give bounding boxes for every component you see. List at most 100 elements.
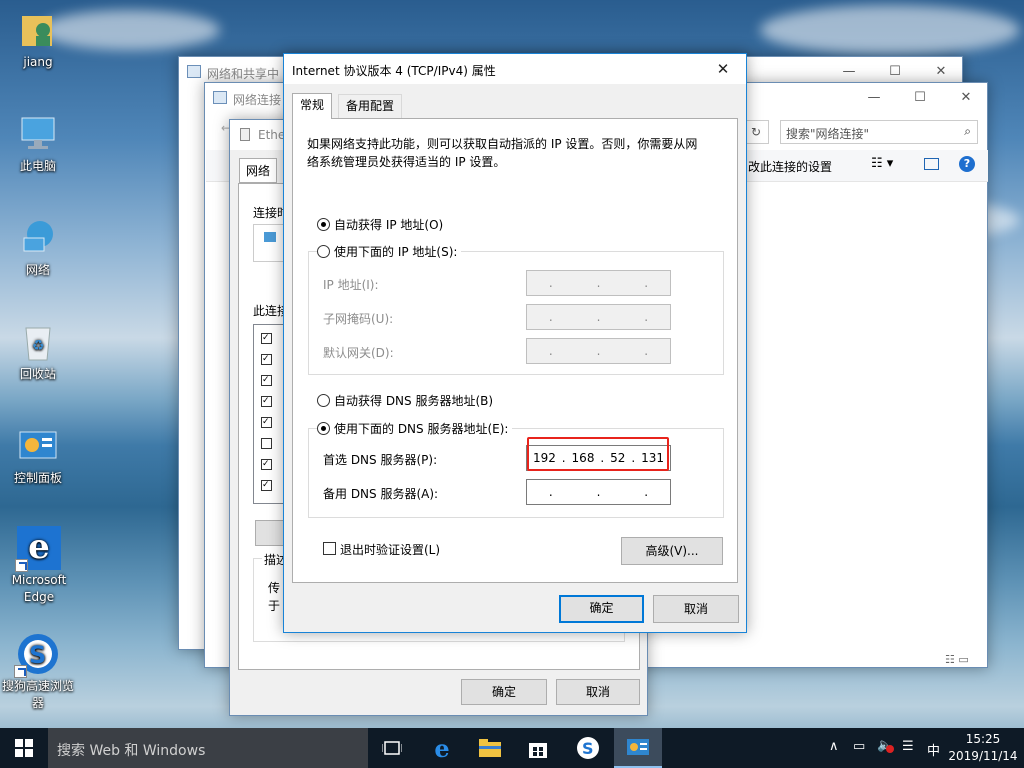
desktop-icon-user[interactable]: jiang bbox=[0, 8, 76, 71]
radio-ip-auto[interactable]: 自动获得 IP 地址(O) bbox=[317, 216, 443, 233]
svg-text:S: S bbox=[582, 739, 594, 758]
desktop-icon-sogou[interactable]: S 搜狗高速浏览器 bbox=[0, 632, 76, 712]
close-icon[interactable]: ✕ bbox=[943, 83, 989, 113]
close-icon[interactable]: ✕ bbox=[700, 54, 746, 84]
radio-unchecked-icon bbox=[317, 394, 330, 407]
file-explorer-icon[interactable] bbox=[466, 728, 514, 768]
subnet-mask-field: ... bbox=[526, 304, 671, 330]
item-checkbox[interactable]: ✓ bbox=[261, 417, 272, 428]
tab-alternate-config[interactable]: 备用配置 bbox=[338, 94, 403, 118]
item-checkbox[interactable]: ✓ bbox=[261, 480, 272, 491]
task-view-icon[interactable] bbox=[368, 728, 416, 768]
alternate-dns-label: 备用 DNS 服务器(A): bbox=[323, 487, 439, 501]
change-connection-settings[interactable]: 改此连接的设置 bbox=[748, 158, 832, 175]
radio-checked-icon bbox=[317, 218, 330, 231]
ipv4-properties-dialog[interactable]: Internet 协议版本 4 (TCP/IPv4) 属性 ✕ 常规 备用配置 … bbox=[283, 53, 747, 633]
action-center-icon[interactable]: ☰ bbox=[902, 739, 914, 754]
ok-button[interactable]: 确定 bbox=[559, 595, 644, 623]
item-checkbox[interactable]: ✓ bbox=[261, 333, 272, 344]
description-line-2: 于 bbox=[268, 599, 281, 613]
maximize-icon[interactable]: ☐ bbox=[897, 83, 943, 113]
desktop-icon-edge[interactable]: e Microsoft Edge bbox=[0, 526, 78, 606]
item-checkbox[interactable]: ✓ bbox=[261, 354, 272, 365]
desktop-icon-recycle-bin[interactable]: ♻ 回收站 bbox=[0, 320, 76, 383]
window-icon bbox=[240, 128, 250, 141]
radio-dns-manual[interactable]: 使用下面的 DNS 服务器地址(E): bbox=[317, 420, 513, 437]
subnet-mask-label: 子网掩码(U): bbox=[323, 312, 394, 326]
radio-ip-manual[interactable]: 使用下面的 IP 地址(S): bbox=[317, 243, 462, 260]
gateway-label: 默认网关(D): bbox=[323, 346, 394, 360]
search-icon: ⌕ bbox=[964, 124, 971, 138]
general-tab-panel: 如果网络支持此功能，则可以获取自动指派的 IP 设置。否则，你需要从网 络系统管… bbox=[292, 118, 738, 583]
desktop-icon-label: Microsoft Edge bbox=[11, 573, 67, 604]
taskbar-search[interactable]: 搜索 Web 和 Windows bbox=[48, 728, 368, 768]
alternate-dns-field[interactable]: ... bbox=[526, 479, 671, 505]
gateway-field: ... bbox=[526, 338, 671, 364]
desktop-icon-label: 控制面板 bbox=[13, 471, 62, 485]
details-view-icon[interactable]: ☷ ▭ bbox=[945, 653, 969, 666]
ip-address-field: ... bbox=[526, 270, 671, 296]
advanced-button[interactable]: 高级(V)... bbox=[621, 537, 723, 565]
radio-checked-icon bbox=[317, 422, 330, 435]
volume-muted-icon[interactable]: 🔈 bbox=[877, 738, 894, 753]
control-panel-taskbar-icon[interactable] bbox=[614, 728, 662, 768]
item-checkbox[interactable] bbox=[261, 438, 272, 449]
taskbar-search-input[interactable]: 搜索 Web 和 Windows bbox=[57, 740, 205, 760]
network-tray-icon[interactable]: ▭ bbox=[853, 739, 865, 754]
radio-dns-auto[interactable]: 自动获得 DNS 服务器地址(B) bbox=[317, 392, 493, 409]
computer-icon bbox=[16, 112, 60, 156]
store-icon[interactable] bbox=[514, 728, 562, 768]
desktop-icon-label: 搜狗高速浏览器 bbox=[1, 679, 74, 710]
sogou-browser-icon: S bbox=[14, 632, 60, 678]
view-options-icon[interactable]: ☷ ▾ bbox=[871, 156, 893, 171]
ime-indicator[interactable]: 中 bbox=[927, 740, 940, 759]
clock[interactable]: 15:25 2019/11/14 bbox=[946, 731, 1020, 765]
help-icon[interactable]: ? bbox=[959, 156, 975, 172]
svg-text:S: S bbox=[29, 641, 46, 669]
preferred-dns-label: 首选 DNS 服务器(P): bbox=[323, 453, 438, 467]
dialog-title: Internet 协议版本 4 (TCP/IPv4) 属性 bbox=[292, 64, 496, 78]
validate-checkbox[interactable] bbox=[323, 542, 336, 555]
desktop-icon-label: 此电脑 bbox=[19, 159, 56, 173]
window-icon bbox=[213, 91, 227, 104]
start-button[interactable] bbox=[0, 728, 48, 768]
recycle-bin-icon: ♻ bbox=[16, 320, 60, 364]
radio-dns-manual-label: 使用下面的 DNS 服务器地址(E): bbox=[334, 422, 509, 436]
desktop-icon-network[interactable]: 网络 bbox=[0, 216, 76, 279]
item-checkbox[interactable]: ✓ bbox=[261, 396, 272, 407]
clock-date: 2019/11/14 bbox=[948, 749, 1018, 763]
radio-ip-auto-label: 自动获得 IP 地址(O) bbox=[334, 218, 444, 232]
dialog-titlebar: Internet 协议版本 4 (TCP/IPv4) 属性 ✕ bbox=[284, 54, 746, 84]
control-panel-icon bbox=[16, 424, 60, 468]
radio-dns-auto-label: 自动获得 DNS 服务器地址(B) bbox=[334, 394, 494, 408]
preview-pane-icon[interactable] bbox=[924, 158, 939, 170]
intro-line-2: 络系统管理员处获得适当的 IP 设置。 bbox=[307, 155, 506, 169]
radio-ip-manual-label: 使用下面的 IP 地址(S): bbox=[334, 245, 458, 259]
window-title: 网络连接 bbox=[233, 93, 282, 107]
svg-text:♻: ♻ bbox=[32, 338, 45, 354]
user-folder-icon bbox=[16, 8, 60, 52]
minimize-icon[interactable]: — bbox=[851, 83, 897, 113]
adapter-icon bbox=[264, 232, 276, 242]
search-input[interactable]: 搜索"网络连接" bbox=[786, 125, 869, 142]
desktop-icon-label: 网络 bbox=[25, 263, 50, 277]
show-hidden-icons[interactable]: ∧ bbox=[829, 739, 839, 754]
search-box[interactable]: 搜索"网络连接" ⌕ bbox=[780, 120, 978, 144]
tab-general[interactable]: 常规 bbox=[292, 93, 333, 119]
item-checkbox[interactable]: ✓ bbox=[261, 375, 272, 386]
cancel-button[interactable]: 取消 bbox=[556, 679, 640, 705]
sogou-taskbar-icon[interactable]: S bbox=[564, 728, 612, 768]
validate-label: 退出时验证设置(L) bbox=[340, 543, 441, 557]
ok-button[interactable]: 确定 bbox=[461, 679, 547, 705]
tab-network[interactable]: 网络 bbox=[239, 158, 278, 183]
desktop-icon-control-panel[interactable]: 控制面板 bbox=[0, 424, 76, 487]
window-title: Ethe bbox=[258, 128, 286, 142]
item-checkbox[interactable]: ✓ bbox=[261, 459, 272, 470]
desktop-icon-label: jiang bbox=[23, 55, 53, 69]
radio-unchecked-icon bbox=[317, 245, 330, 258]
edge-taskbar-icon[interactable]: e bbox=[418, 728, 466, 768]
description-line-1: 传 bbox=[268, 581, 281, 595]
desktop-icon-this-pc[interactable]: 此电脑 bbox=[0, 112, 76, 175]
cancel-button[interactable]: 取消 bbox=[653, 595, 739, 623]
shortcut-arrow-icon bbox=[14, 665, 27, 678]
